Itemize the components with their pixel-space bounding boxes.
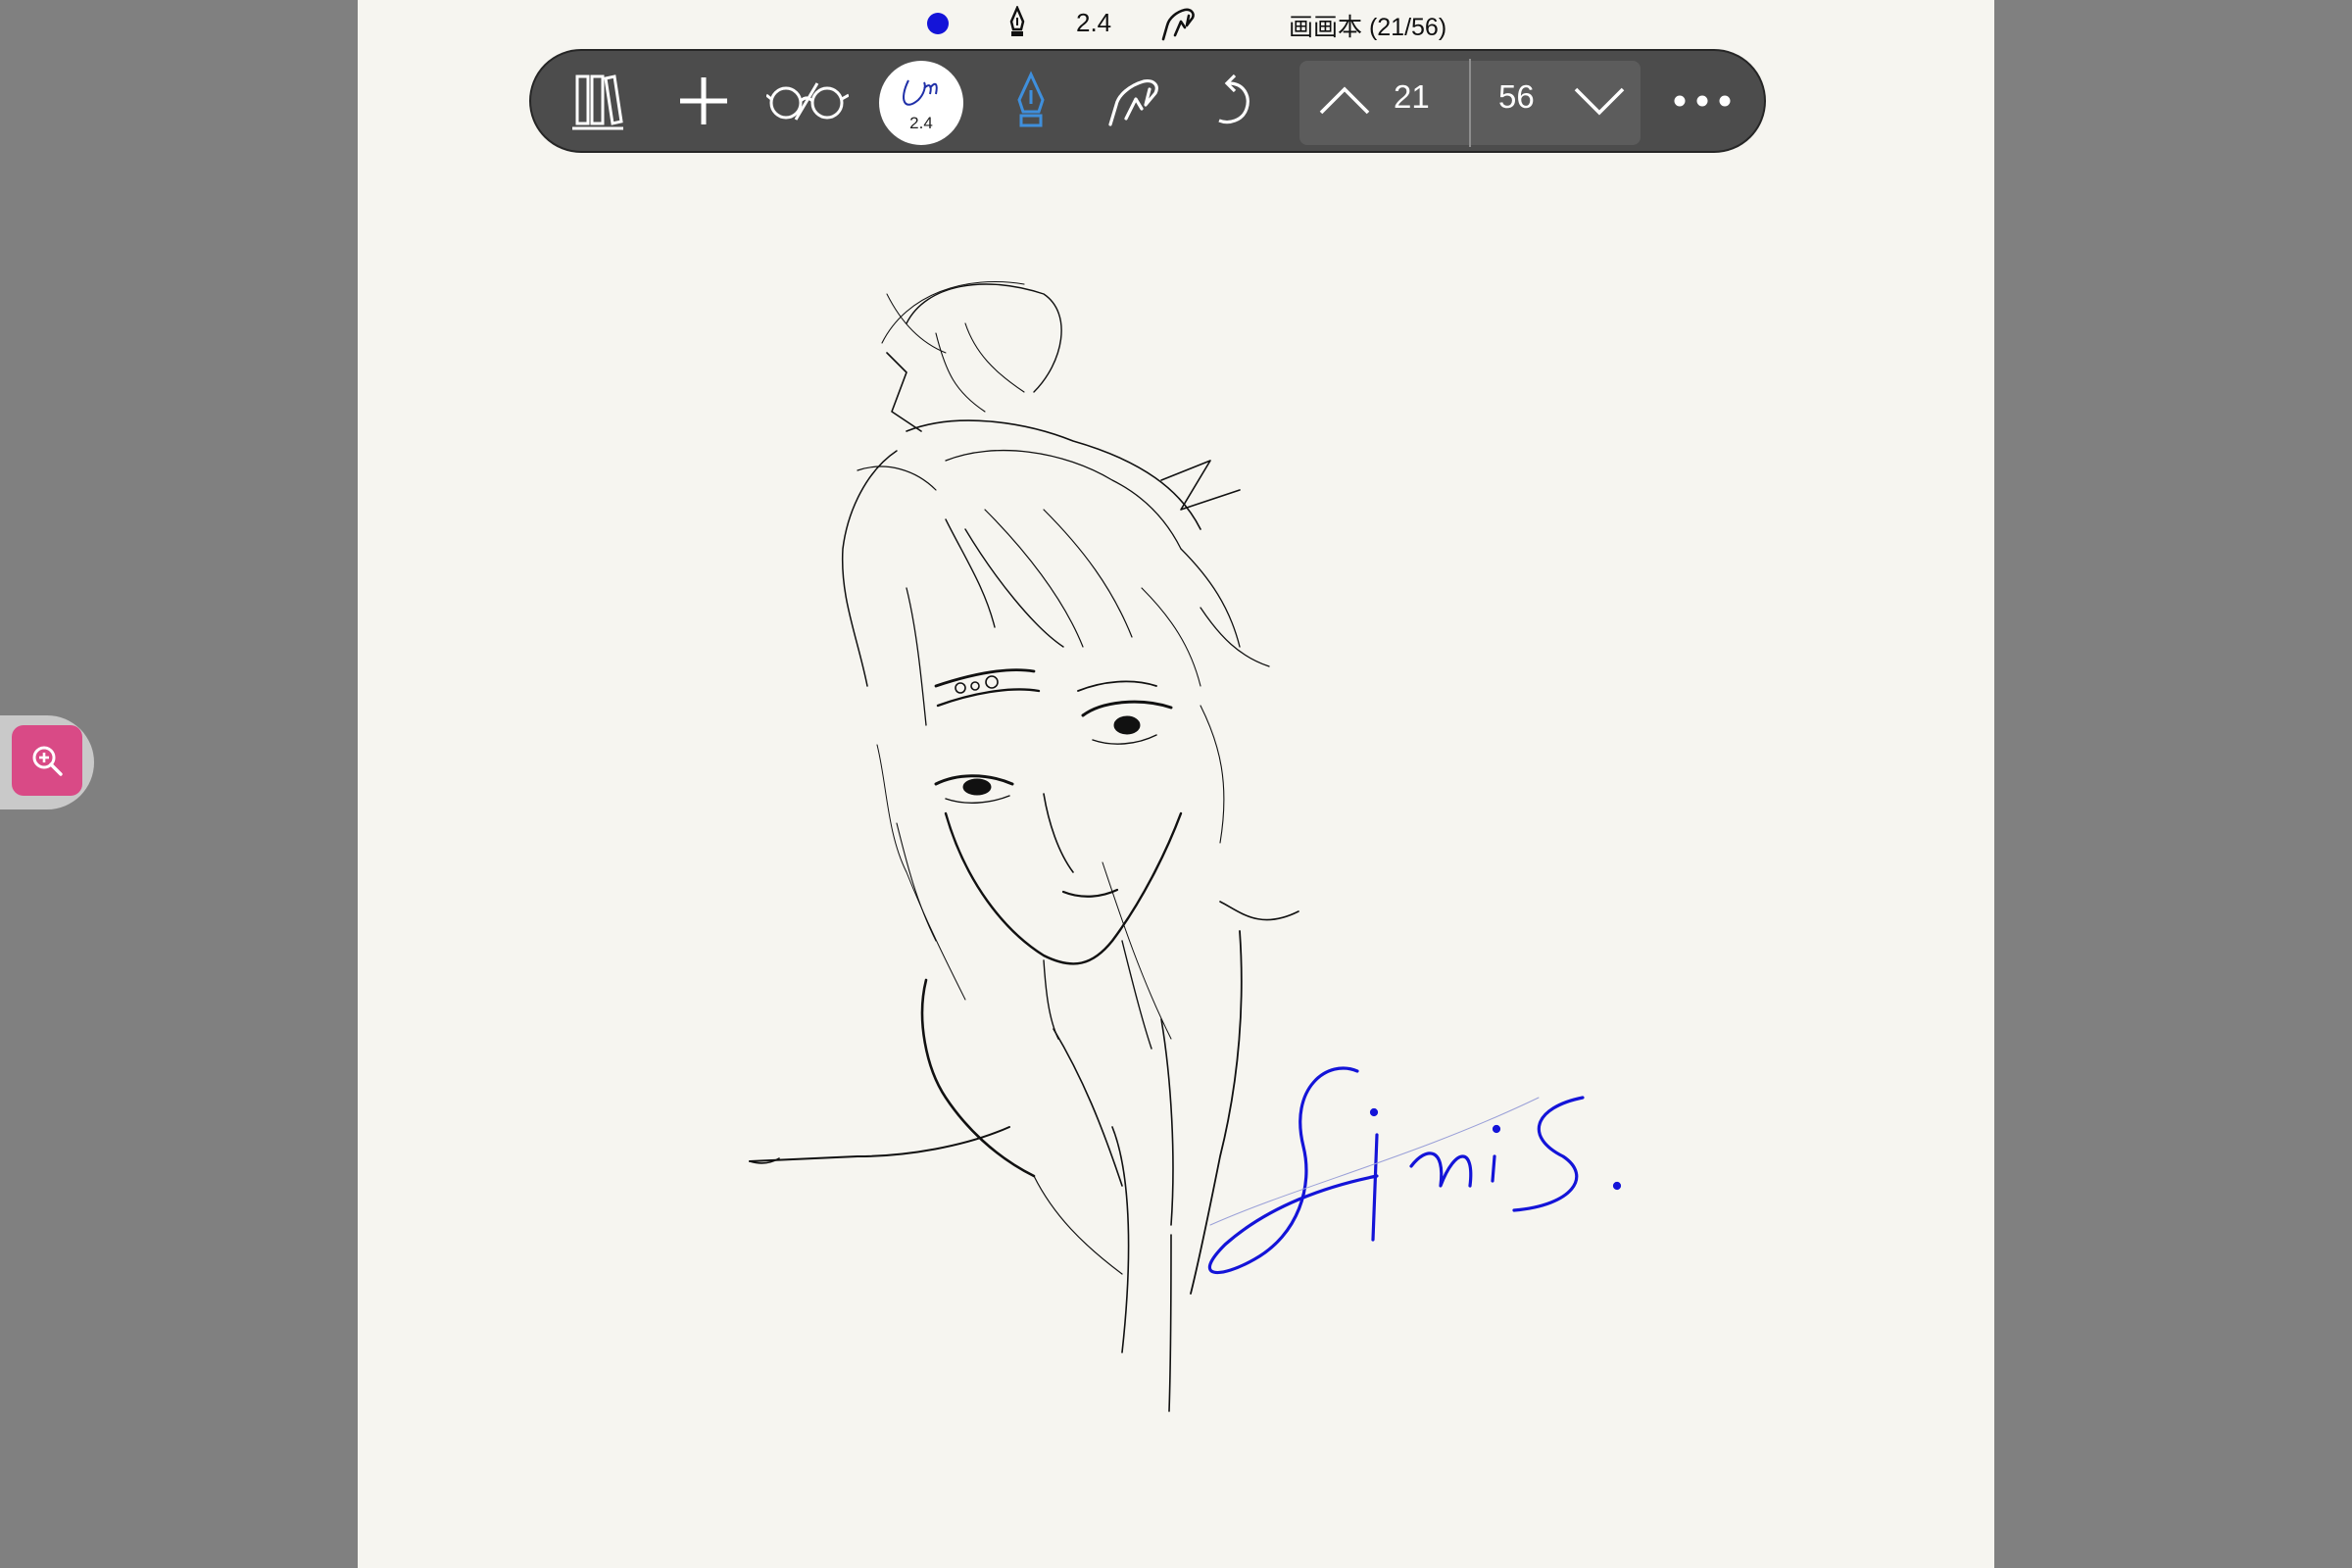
side-panel-tab[interactable] xyxy=(0,715,94,809)
zoom-button[interactable] xyxy=(12,725,82,796)
notebook-page[interactable]: 2.4 画画本 (21/56) 2.4 21 56 xyxy=(358,0,1994,1568)
ink-sketch xyxy=(749,281,1299,1412)
signature xyxy=(1208,1066,1622,1275)
drawing-canvas[interactable] xyxy=(358,0,1994,1568)
zoom-in-icon xyxy=(32,746,63,776)
